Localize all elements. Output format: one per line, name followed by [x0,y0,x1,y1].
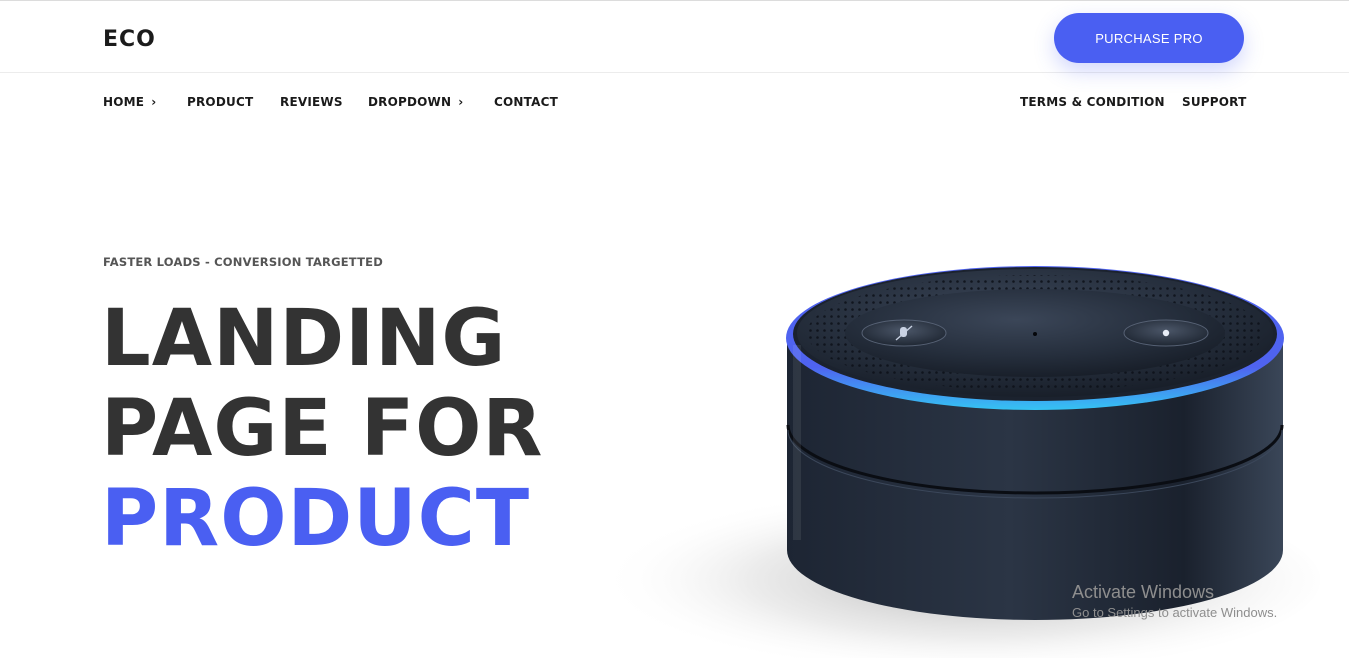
chevron-right-icon: › [151,95,157,109]
top-bar: ECO PURCHASE PRO [0,0,1349,73]
windows-activation-watermark: Activate Windows Go to Settings to activ… [1072,582,1277,620]
nav-dropdown[interactable]: DROPDOWN › [368,95,463,109]
watermark-subtitle: Go to Settings to activate Windows. [1072,605,1278,620]
chevron-right-icon: › [458,95,464,109]
hero-title-line-1: LANDING [101,294,507,384]
hero-title-line-3: PRODUCT [101,474,531,564]
watermark-title: Activate Windows [1072,582,1215,602]
nav-contact[interactable]: CONTACT [494,95,558,109]
hero-eyebrow: FASTER LOADS - CONVERSION TARGETTED [103,255,383,269]
nav-support[interactable]: SUPPORT [1182,95,1246,109]
nav-home[interactable]: HOME › [103,95,156,109]
dot-icon [1162,329,1170,337]
hero-title-line-2: PAGE FOR [101,384,544,474]
nav-reviews[interactable]: REVIEWS [280,95,343,109]
nav-terms[interactable]: TERMS & CONDITION [1020,95,1165,109]
logo[interactable]: ECO [103,27,156,52]
purchase-pro-button[interactable]: PURCHASE PRO [1054,13,1244,63]
nav-product[interactable]: PRODUCT [187,95,253,109]
